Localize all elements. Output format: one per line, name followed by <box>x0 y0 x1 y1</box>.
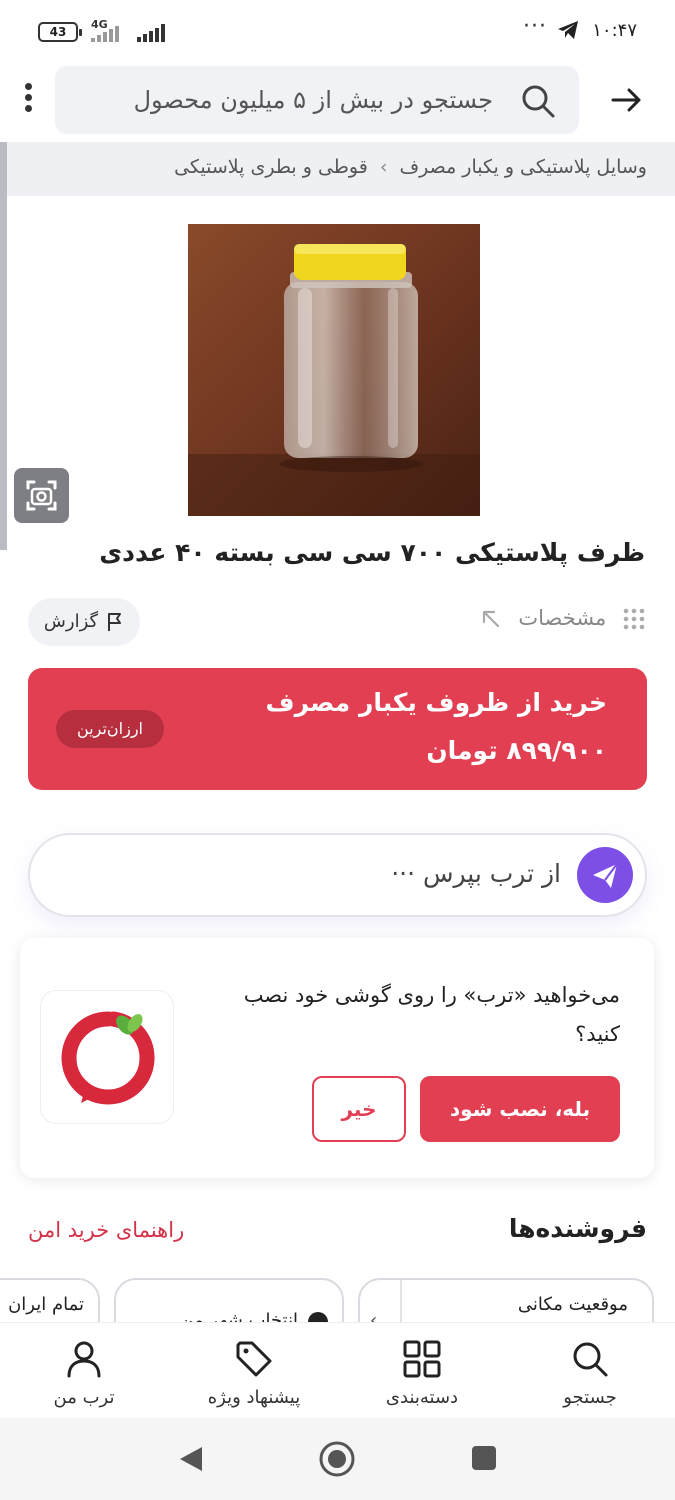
all-iran-label: تمام ایران <box>8 1294 84 1315</box>
product-image[interactable] <box>188 224 480 516</box>
send-icon <box>593 863 618 888</box>
telegram-icon <box>558 21 578 39</box>
install-prompt-text: می‌خواهید «ترب» را روی گوشی خود نصب کنید… <box>243 983 620 1046</box>
search-icon <box>573 1342 608 1377</box>
system-back-icon[interactable] <box>176 1444 206 1474</box>
product-title: ظرف پلاستیکی ۷۰۰ سی سی بسته ۴۰ عددی <box>99 538 645 567</box>
user-icon <box>67 1341 101 1378</box>
install-app-card: می‌خواهید «ترب» را روی گوشی خود نصب کنید… <box>20 938 654 1178</box>
breadcrumb-separator: › <box>379 156 388 178</box>
ask-send-button[interactable] <box>577 847 633 903</box>
install-no-button[interactable]: خیر <box>312 1076 406 1142</box>
offer-price: ۸۹۹/۹۰۰ تومان <box>426 736 607 765</box>
more-notifications-icon: ··· <box>523 14 547 39</box>
specs-label: مشخصات <box>518 606 607 630</box>
battery-indicator: 43 <box>38 22 82 42</box>
breadcrumb: وسایل پلاستیکی و یکبار مصرف › قوطی و بطری … <box>0 142 675 196</box>
safe-buying-guide-link[interactable]: راهنمای خرید امن <box>28 1218 184 1242</box>
flag-icon <box>108 613 122 631</box>
camera-scan-icon <box>26 480 57 511</box>
install-yes-button[interactable]: بله، نصب شود <box>420 1076 620 1142</box>
nav-item-special-offers[interactable]: پیشنهاد ویژه <box>170 1323 338 1419</box>
grid-dots-icon <box>623 608 645 630</box>
breadcrumb-item-plastic-containers[interactable]: قوطی و بطری پلاستیکی <box>174 156 368 178</box>
search-placeholder: جستجو در بیش از ۵ میلیون محصول <box>133 86 493 114</box>
nav-label-my-torob: ترب من <box>53 1387 115 1408</box>
visual-search-button[interactable] <box>14 468 69 523</box>
nav-item-search[interactable]: جستجو <box>506 1323 674 1419</box>
scroll-indicator <box>0 142 7 550</box>
nav-label-search: جستجو <box>563 1387 617 1408</box>
system-recents-icon[interactable] <box>470 1444 498 1472</box>
app-header: جستجو در بیش از ۵ میلیون محصول <box>0 62 675 142</box>
bottom-navigation: جستجو دسته‌بندی پیشنهاد ویژه ترب من <box>0 1322 675 1418</box>
signal-icon <box>91 26 131 42</box>
nav-item-my-torob[interactable]: ترب من <box>0 1323 168 1419</box>
system-home-icon[interactable] <box>318 1440 356 1478</box>
ask-placeholder: از ترب بپرس ··· <box>391 859 561 888</box>
search-input[interactable]: جستجو در بیش از ۵ میلیون محصول <box>55 66 579 134</box>
nav-label-categories: دسته‌بندی <box>385 1387 459 1408</box>
clock: ۱۰:۴۷ <box>592 20 637 41</box>
signal-strength-icon <box>137 24 165 42</box>
specs-link[interactable]: مشخصات <box>480 606 645 630</box>
grid-icon <box>403 1340 441 1378</box>
status-bar: 43 4G ··· ۱۰:۴۷ <box>0 0 675 62</box>
search-icon <box>522 85 555 118</box>
sellers-heading: فروشنده‌ها <box>508 1214 647 1243</box>
back-arrow-icon[interactable] <box>609 82 645 118</box>
arrow-up-left-icon <box>482 610 499 628</box>
cheapest-badge: ارزان‌ترین <box>56 710 164 748</box>
location-filter-label: موقعیت مکانی <box>517 1294 628 1315</box>
nav-label-special-offers: پیشنهاد ویژه <box>207 1387 301 1408</box>
breadcrumb-item-plastic-disposables[interactable]: وسایل پلاستیکی و یکبار مصرف <box>399 156 647 178</box>
tag-icon <box>236 1341 272 1377</box>
report-label: گزارش <box>43 611 99 632</box>
offer-store-title: خرید از ظروف یکبار مصرف <box>265 688 607 717</box>
torob-logo <box>40 990 174 1124</box>
more-options-icon[interactable] <box>16 80 40 120</box>
ask-torob-input[interactable]: از ترب بپرس ··· <box>28 833 647 917</box>
report-button[interactable]: گزارش <box>28 598 140 646</box>
offer-card[interactable]: خرید از ظروف یکبار مصرف ۸۹۹/۹۰۰ تومان ار… <box>28 668 647 790</box>
nav-item-categories[interactable]: دسته‌بندی <box>338 1323 506 1419</box>
system-navigation-bar <box>0 1418 675 1500</box>
